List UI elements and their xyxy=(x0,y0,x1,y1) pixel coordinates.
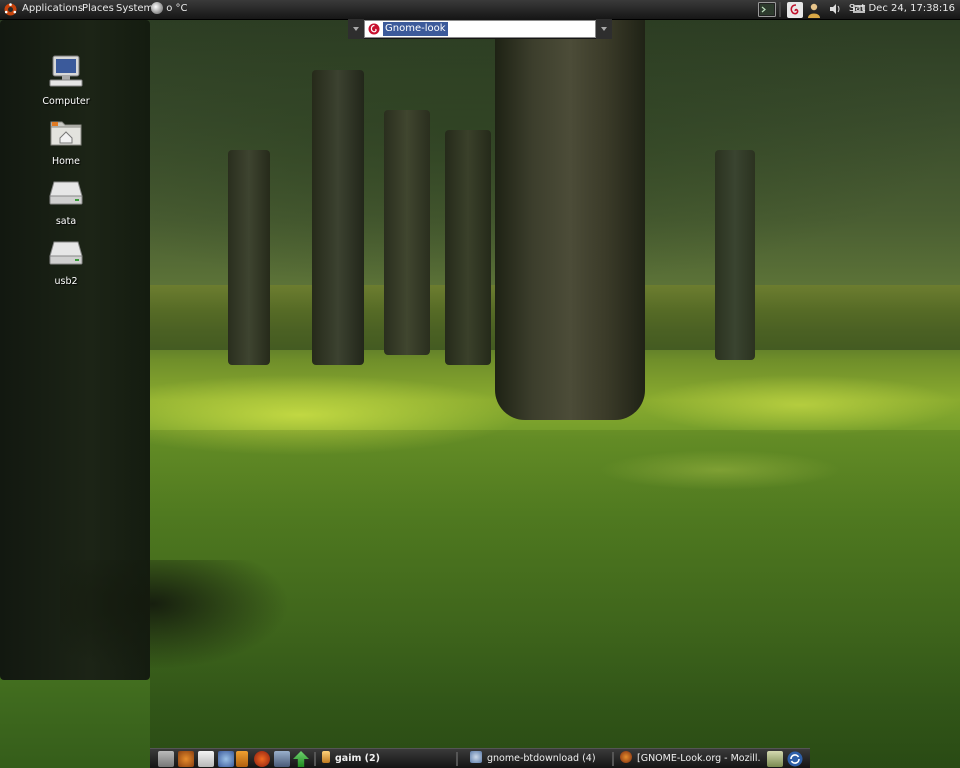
notes-launcher-icon[interactable] xyxy=(236,751,248,767)
wallpaper-main-tree xyxy=(495,20,645,420)
download-icon xyxy=(470,751,482,763)
search-input[interactable]: Gnome-look xyxy=(383,22,448,36)
wallpaper-tree xyxy=(312,70,364,365)
search-bar-applet: Gnome-look xyxy=(348,19,612,39)
volume-icon[interactable] xyxy=(828,2,842,16)
bottom-panel: gaim (2) gnome-btdownload (4) [GNOME-Loo… xyxy=(150,748,810,768)
mail-launcher-icon[interactable] xyxy=(198,751,214,767)
clock[interactable]: Sat Dec 24, 17:38:16 xyxy=(849,3,955,14)
wallpaper-tree xyxy=(228,150,270,365)
search-scroll-right-button[interactable] xyxy=(596,19,612,39)
wallpaper-tree xyxy=(445,130,491,365)
gnome-launcher-icon[interactable] xyxy=(254,751,270,767)
desktop-icon-computer[interactable]: Computer xyxy=(36,54,96,107)
terminal-icon[interactable] xyxy=(758,2,776,17)
desktop-icon-label: sata xyxy=(55,216,77,227)
taskbar-separator xyxy=(612,752,614,766)
drive-icon xyxy=(49,241,83,265)
task-label: gaim (2) xyxy=(335,753,380,764)
home-folder-icon xyxy=(50,121,82,146)
search-scroll-left-button[interactable] xyxy=(348,19,364,39)
desktop-icon-usb2[interactable]: usb2 xyxy=(36,234,96,287)
firefox-launcher-icon[interactable] xyxy=(178,751,194,767)
menu-applications[interactable]: Applications xyxy=(22,3,83,14)
menu-places[interactable]: Places xyxy=(82,3,114,14)
user-switcher-icon[interactable] xyxy=(806,2,822,18)
task-label: gnome-btdownload (4) xyxy=(487,753,596,764)
search-box[interactable]: Gnome-look xyxy=(364,20,596,38)
task-gaim[interactable]: gaim (2) xyxy=(322,751,454,767)
firefox-icon xyxy=(620,751,632,763)
weather-temperature: o °C xyxy=(166,3,188,14)
weather-applet[interactable]: o °C xyxy=(151,2,187,14)
task-firefox[interactable]: [GNOME-Look.org - Mozill... xyxy=(620,751,760,767)
drive-icon xyxy=(49,181,83,205)
search-engine-icon[interactable] xyxy=(368,23,380,35)
refresh-icon[interactable] xyxy=(787,751,803,767)
gnome-foot-icon[interactable] xyxy=(4,3,17,16)
gaim-icon xyxy=(322,751,330,763)
wallpaper-tree xyxy=(715,150,755,360)
computer-icon xyxy=(49,55,83,87)
task-label: [GNOME-Look.org - Mozill... xyxy=(637,753,760,764)
task-gnome-btdownload[interactable]: gnome-btdownload (4) xyxy=(470,751,610,767)
desktop-icon-label: Home xyxy=(51,156,81,167)
tray-separator xyxy=(779,2,781,17)
desktop-wallpaper: Applications Places System o °C Sat Dec … xyxy=(0,0,960,768)
desktop-icon-home[interactable]: Home xyxy=(36,114,96,167)
menu-system[interactable]: System xyxy=(116,3,153,14)
show-desktop-icon[interactable] xyxy=(158,751,174,767)
debian-swirl-icon[interactable] xyxy=(787,2,803,18)
update-launcher-icon[interactable] xyxy=(293,751,309,767)
weather-cloud-icon xyxy=(151,2,163,14)
desktop-icon-sata[interactable]: sata xyxy=(36,174,96,227)
desktop-icon-label: Computer xyxy=(42,96,90,107)
wallpaper-tree xyxy=(384,110,430,355)
taskbar-separator xyxy=(314,752,316,766)
network-launcher-icon[interactable] xyxy=(218,751,234,767)
desktop-icon-label: usb2 xyxy=(54,276,78,287)
screens-launcher-icon[interactable] xyxy=(274,751,290,767)
wallpaper-foreground-tree-base xyxy=(60,560,290,670)
taskbar-separator xyxy=(456,752,458,766)
top-panel: Applications Places System o °C Sat Dec … xyxy=(0,0,960,20)
trash-icon[interactable] xyxy=(767,751,783,767)
